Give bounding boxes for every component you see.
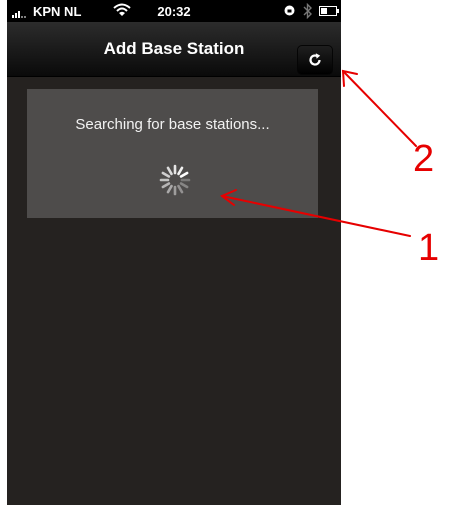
annotation-label-2: 2 — [413, 138, 435, 180]
annotation-arrows — [220, 69, 417, 237]
annotation-label-1: 1 — [418, 227, 440, 269]
page: KPN NL 20:32 Add Base Station Searching … — [0, 0, 454, 505]
annotation-arrow-2 — [342, 70, 417, 147]
annotation-arrow-1 — [221, 195, 411, 237]
